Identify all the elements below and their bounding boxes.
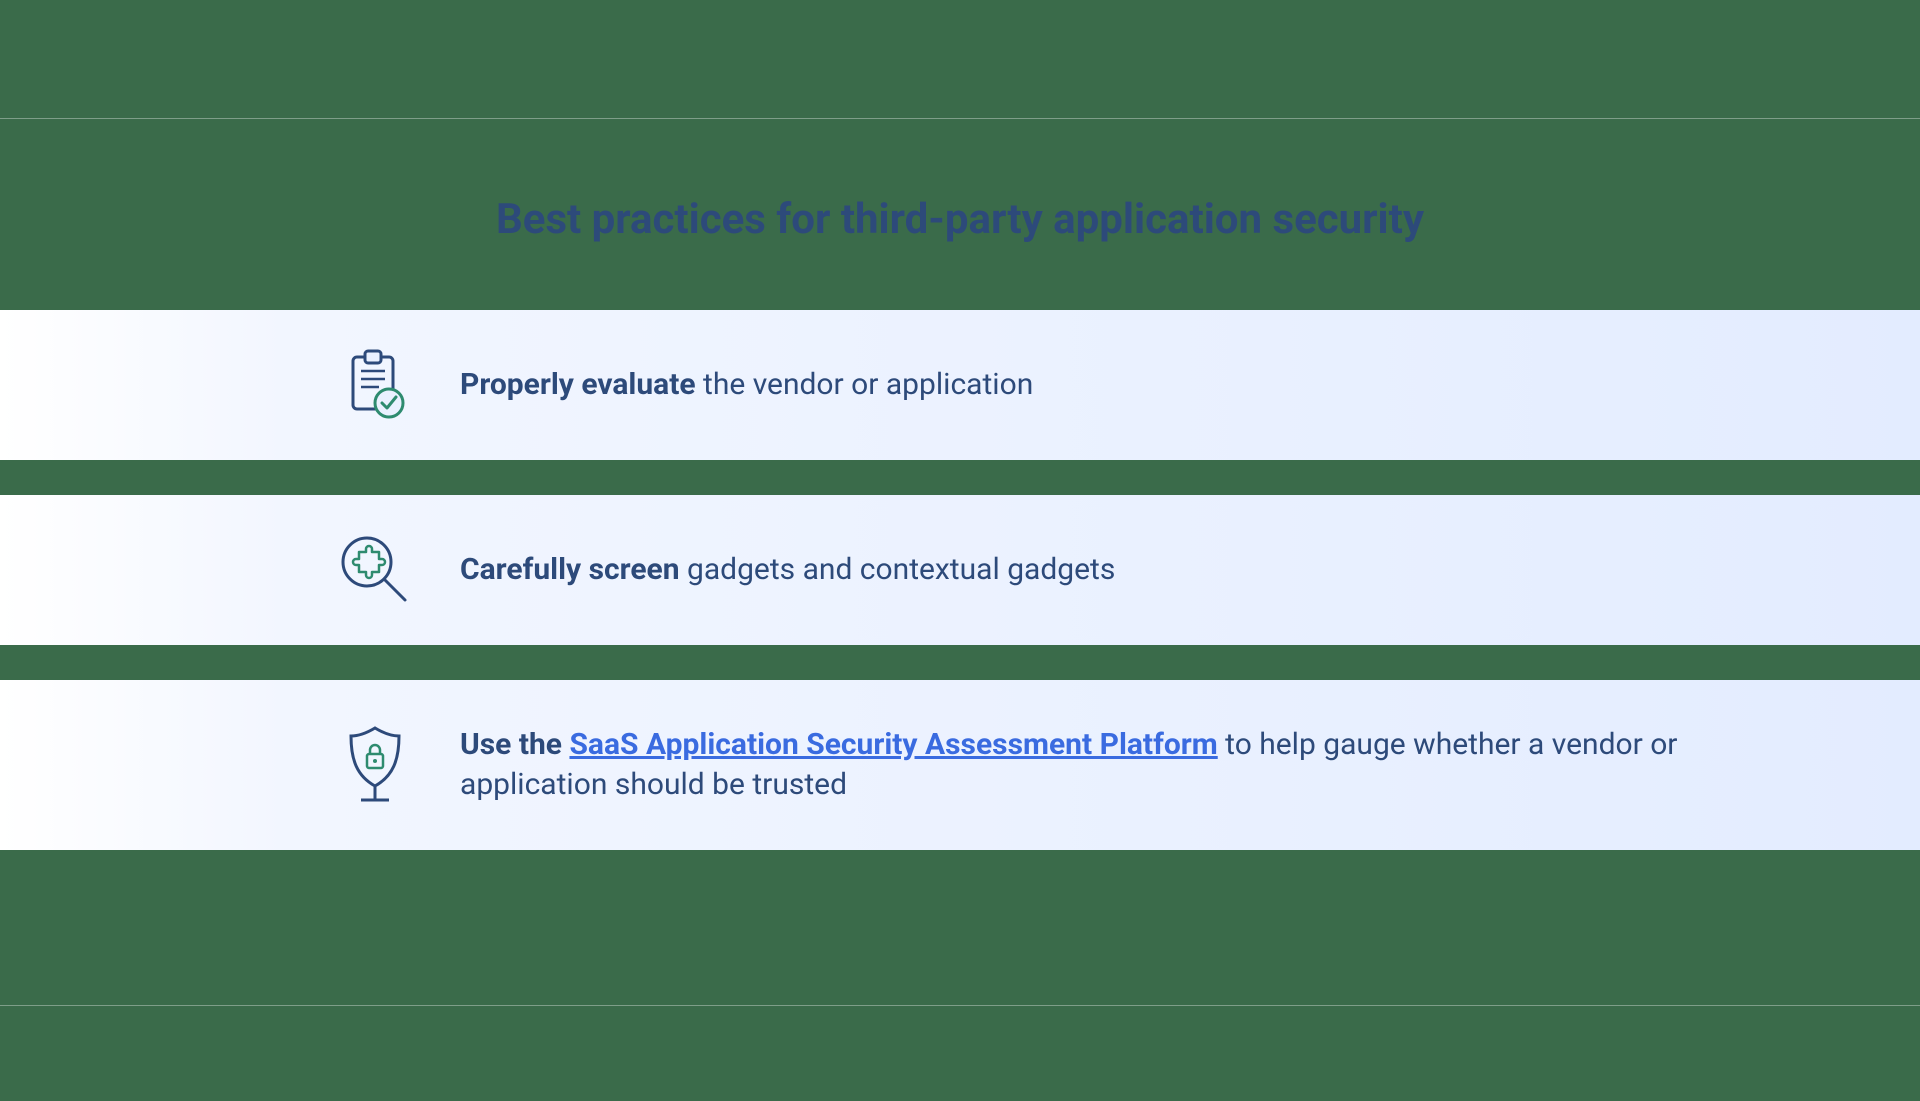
practice-bold-3: Use the	[460, 727, 569, 762]
clipboard-check-icon	[330, 340, 420, 430]
practice-bold-1: Properly evaluate	[460, 367, 696, 402]
page-title: Best practices for third-party applicati…	[0, 195, 1920, 244]
practice-card-3: Use the SaaS Application Security Assess…	[0, 680, 1920, 850]
saas-platform-link[interactable]: SaaS Application Security Assessment Pla…	[569, 727, 1217, 762]
practice-text-1: Properly evaluate the vendor or applicat…	[460, 365, 1033, 406]
practice-bold-2: Carefully screen	[460, 552, 680, 587]
shield-lock-icon	[330, 720, 420, 810]
practice-text-2: Carefully screen gadgets and contextual …	[460, 550, 1115, 591]
divider-bottom	[0, 1005, 1920, 1006]
magnify-puzzle-icon	[330, 525, 420, 615]
practice-card-2: Carefully screen gadgets and contextual …	[0, 495, 1920, 645]
divider-top	[0, 118, 1920, 119]
practice-rest-1: the vendor or application	[696, 367, 1034, 402]
practice-card-1: Properly evaluate the vendor or applicat…	[0, 310, 1920, 460]
practice-rest-2: gadgets and contextual gadgets	[680, 552, 1116, 587]
practice-text-3: Use the SaaS Application Security Assess…	[460, 725, 1800, 806]
